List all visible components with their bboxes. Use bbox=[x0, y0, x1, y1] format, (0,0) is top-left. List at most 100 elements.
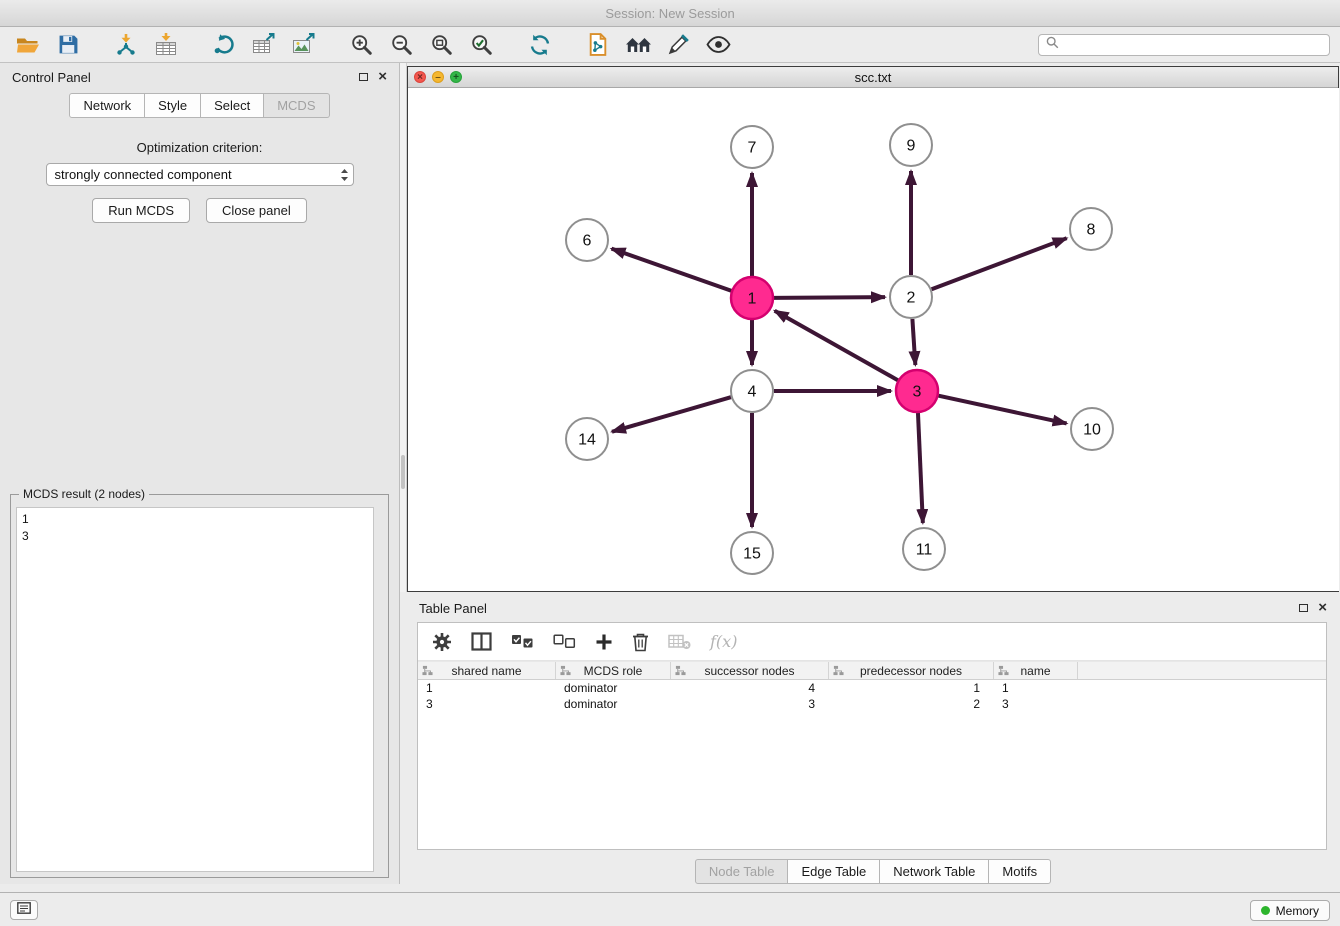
add-row-icon[interactable] bbox=[595, 633, 613, 651]
close-panel-icon[interactable]: × bbox=[378, 70, 387, 84]
mcds-result-item[interactable]: 1 bbox=[22, 511, 368, 528]
import-table-icon[interactable] bbox=[146, 30, 186, 60]
run-mcds-button[interactable]: Run MCDS bbox=[92, 198, 190, 223]
network-graph[interactable]: 7 9 6 8 1 2 4 3 14 10 15 11 bbox=[409, 88, 1339, 591]
home-icon[interactable] bbox=[618, 30, 658, 60]
command-panel-button[interactable] bbox=[10, 900, 38, 920]
node-2[interactable]: 2 bbox=[890, 276, 932, 318]
node-1[interactable]: 1 bbox=[731, 277, 773, 319]
search-input[interactable] bbox=[1064, 38, 1322, 52]
node-15[interactable]: 15 bbox=[731, 532, 773, 574]
deselect-all-icon[interactable] bbox=[553, 634, 576, 649]
svg-text:6: 6 bbox=[583, 233, 592, 250]
tab-node-table[interactable]: Node Table bbox=[695, 859, 789, 884]
table-cell[interactable]: 3 bbox=[994, 696, 1078, 712]
table-cell[interactable]: 3 bbox=[671, 696, 829, 712]
table-cell[interactable]: 3 bbox=[418, 696, 556, 712]
control-panel-title: Control Panel bbox=[12, 70, 91, 85]
node-11[interactable]: 11 bbox=[903, 528, 945, 570]
search-field[interactable] bbox=[1038, 34, 1330, 56]
export-image-icon[interactable] bbox=[284, 30, 324, 60]
zoom-in-icon[interactable] bbox=[342, 30, 382, 60]
node-4[interactable]: 4 bbox=[731, 370, 773, 412]
zoom-fit-icon[interactable] bbox=[422, 30, 462, 60]
column-type-icon bbox=[998, 665, 1009, 679]
import-network-icon[interactable] bbox=[106, 30, 146, 60]
annotations-icon[interactable] bbox=[658, 30, 698, 60]
node-14[interactable]: 14 bbox=[566, 418, 608, 460]
edge-1-6[interactable] bbox=[612, 249, 732, 291]
tab-edge-table[interactable]: Edge Table bbox=[788, 859, 880, 884]
edge-2-3[interactable] bbox=[912, 319, 915, 365]
node-10[interactable]: 10 bbox=[1071, 408, 1113, 450]
function-builder-icon[interactable]: f(x) bbox=[710, 632, 737, 651]
mcds-result-list[interactable]: 13 bbox=[16, 507, 374, 872]
edge-3-1[interactable] bbox=[775, 311, 898, 380]
window-title: Session: New Session bbox=[605, 6, 734, 21]
settings-gear-icon[interactable] bbox=[432, 632, 452, 652]
tab-select[interactable]: Select bbox=[201, 93, 264, 118]
criterion-selected-value: strongly connected component bbox=[55, 167, 232, 182]
window-traffic-lights: × – + bbox=[414, 71, 462, 83]
edge-1-2[interactable] bbox=[774, 297, 885, 298]
float-table-panel-icon[interactable] bbox=[1299, 604, 1308, 612]
table-cell[interactable]: 1 bbox=[829, 680, 994, 696]
node-6[interactable]: 6 bbox=[566, 219, 608, 261]
list-icon bbox=[17, 901, 31, 919]
delete-row-icon[interactable] bbox=[632, 632, 649, 652]
mcds-action-buttons: Run MCDS Close panel bbox=[0, 198, 399, 223]
column-header-successor-nodes[interactable]: successor nodes bbox=[671, 662, 829, 679]
node-8[interactable]: 8 bbox=[1070, 208, 1112, 250]
zoom-out-icon[interactable] bbox=[382, 30, 422, 60]
tab-mcds[interactable]: MCDS bbox=[264, 93, 329, 118]
mcds-result-item[interactable]: 3 bbox=[22, 528, 368, 545]
edge-2-8[interactable] bbox=[932, 238, 1067, 289]
table-cell[interactable]: dominator bbox=[556, 680, 671, 696]
first-neighbors-icon[interactable] bbox=[578, 30, 618, 60]
scrollbar-thumb[interactable] bbox=[401, 455, 405, 489]
edge-4-14[interactable] bbox=[612, 397, 731, 432]
minimize-window-icon[interactable]: – bbox=[432, 71, 444, 83]
export-network-icon[interactable] bbox=[204, 30, 244, 60]
column-header-predecessor-nodes[interactable]: predecessor nodes bbox=[829, 662, 994, 679]
close-panel-button[interactable]: Close panel bbox=[206, 198, 307, 223]
memory-button[interactable]: Memory bbox=[1250, 900, 1330, 921]
edge-3-10[interactable] bbox=[938, 396, 1066, 424]
tab-network[interactable]: Network bbox=[69, 93, 145, 118]
birdseye-icon[interactable] bbox=[698, 30, 738, 60]
criterion-dropdown[interactable]: strongly connected component bbox=[46, 163, 354, 186]
table-row[interactable]: 3dominator323 bbox=[418, 696, 1326, 712]
table-cell[interactable]: 1 bbox=[418, 680, 556, 696]
select-all-icon[interactable] bbox=[511, 634, 534, 649]
edge-3-11[interactable] bbox=[918, 413, 923, 523]
table-cell[interactable]: 2 bbox=[829, 696, 994, 712]
table-cell[interactable]: dominator bbox=[556, 696, 671, 712]
node-3[interactable]: 3 bbox=[896, 370, 938, 412]
table-cell[interactable]: 4 bbox=[671, 680, 829, 696]
export-table-icon[interactable] bbox=[244, 30, 284, 60]
zoom-selected-icon[interactable] bbox=[462, 30, 502, 60]
column-type-icon bbox=[422, 665, 433, 679]
table-panel-body: f(x) shared nameMCDS rolesuccessor nodes… bbox=[417, 622, 1327, 850]
tab-motifs[interactable]: Motifs bbox=[989, 859, 1051, 884]
network-window-titlebar[interactable]: × – + scc.txt bbox=[408, 67, 1338, 88]
save-icon[interactable] bbox=[48, 30, 88, 60]
columns-icon[interactable] bbox=[471, 632, 492, 651]
node-9[interactable]: 9 bbox=[890, 124, 932, 166]
table-cell[interactable]: 1 bbox=[994, 680, 1078, 696]
node-7[interactable]: 7 bbox=[731, 126, 773, 168]
refresh-icon[interactable] bbox=[520, 30, 560, 60]
table-row[interactable]: 1dominator411 bbox=[418, 680, 1326, 696]
close-window-icon[interactable]: × bbox=[414, 71, 426, 83]
zoom-window-icon[interactable]: + bbox=[450, 71, 462, 83]
open-folder-icon[interactable] bbox=[8, 30, 48, 60]
column-header-name[interactable]: name bbox=[994, 662, 1078, 679]
mcds-result-title: MCDS result (2 nodes) bbox=[19, 487, 149, 501]
float-panel-icon[interactable] bbox=[359, 73, 368, 81]
tab-network-table[interactable]: Network Table bbox=[880, 859, 989, 884]
panel-scrollbar[interactable] bbox=[400, 63, 407, 592]
column-header-shared-name[interactable]: shared name bbox=[418, 662, 556, 679]
column-header-mcds-role[interactable]: MCDS role bbox=[556, 662, 671, 679]
tab-style[interactable]: Style bbox=[145, 93, 201, 118]
close-table-panel-icon[interactable]: × bbox=[1318, 601, 1327, 615]
